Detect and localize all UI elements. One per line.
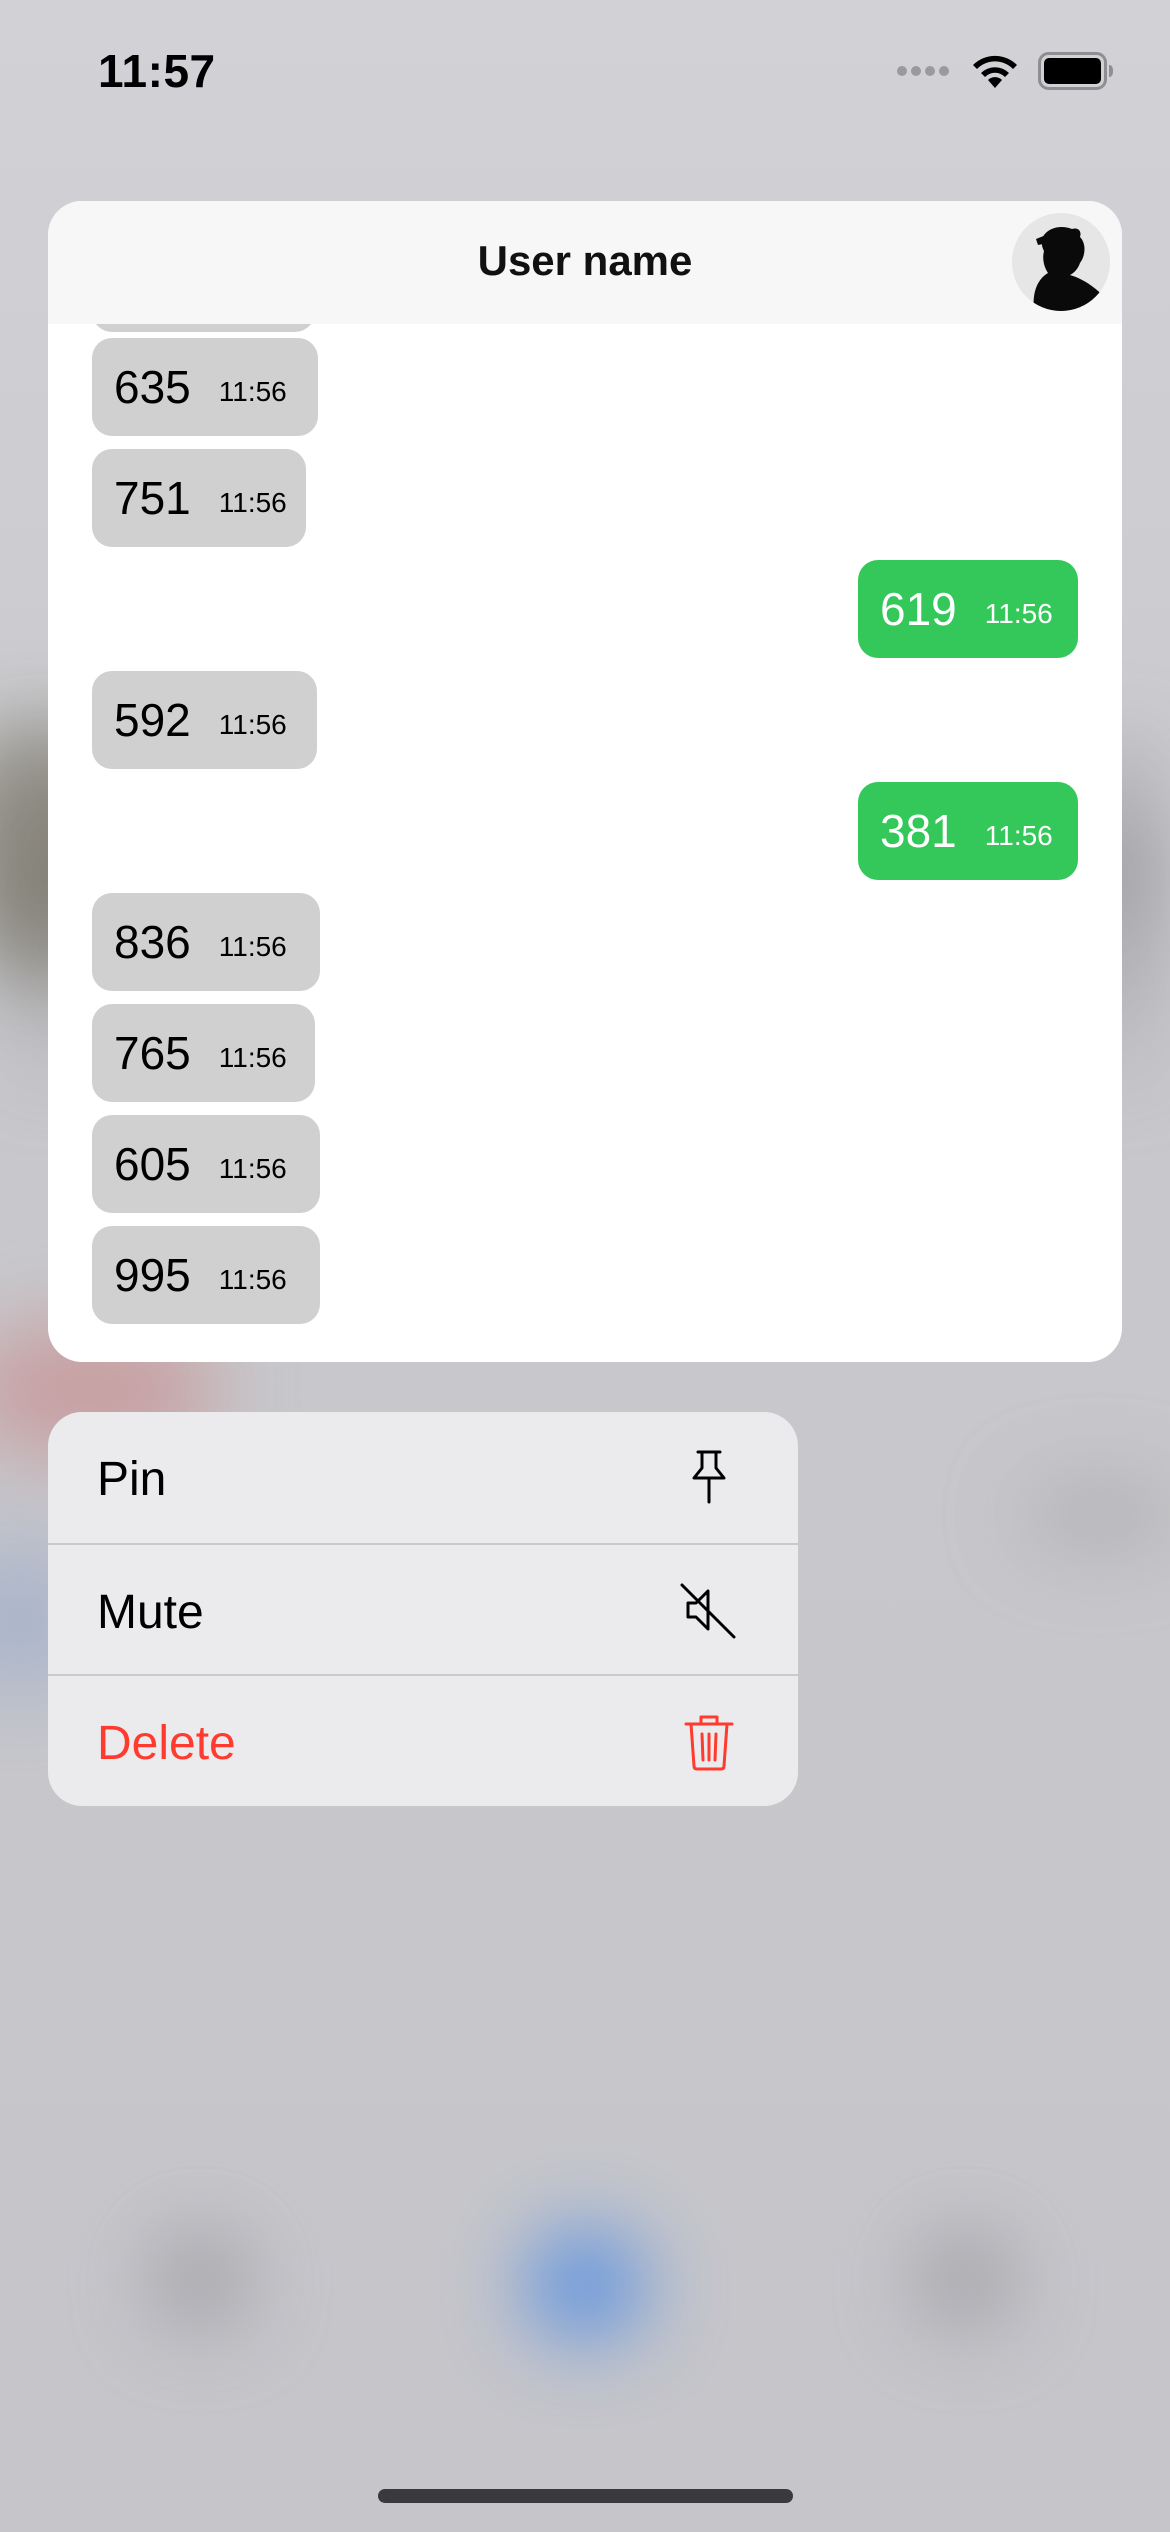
person-silhouette-icon (1012, 213, 1110, 311)
speaker-slash-icon (680, 1583, 736, 1639)
message-text: 995 (114, 1249, 191, 1301)
preview-title: User name (477, 237, 693, 284)
message-text: 605 (114, 1138, 191, 1190)
message-text: 592 (114, 694, 191, 746)
pin-icon (692, 1450, 726, 1504)
avatar (1012, 213, 1110, 311)
menu-item-label: Pin (97, 1453, 167, 1506)
message-bubble-incoming: 605 11:56 (92, 1115, 320, 1213)
menu-item-label: Delete (97, 1717, 236, 1770)
message-text: 836 (114, 916, 191, 968)
status-bar: 11:57 (0, 0, 1170, 150)
message-time: 11:56 (218, 376, 287, 407)
message-bubble-incoming: 995 11:56 (92, 1226, 320, 1324)
message-text: 381 (880, 805, 957, 857)
status-icons (896, 52, 1114, 90)
message-bubble-incoming: 592 11:56 (92, 671, 317, 769)
message-time: 11:56 (218, 1264, 287, 1295)
partial-message-bubble (92, 324, 315, 332)
menu-item-delete[interactable]: Delete (48, 1676, 798, 1806)
message-list: 635 11:56 751 11:56 619 11:56 592 11:56 … (48, 324, 1122, 1362)
message-bubble-outgoing: 381 11:56 (858, 782, 1078, 880)
message-time: 11:56 (218, 709, 287, 740)
preview-header: User name (48, 201, 1122, 324)
menu-item-mute[interactable]: Mute (48, 1545, 798, 1676)
message-bubble-incoming: 765 11:56 (92, 1004, 315, 1102)
home-indicator[interactable] (378, 2489, 793, 2503)
tab-bar-blob (525, 2230, 645, 2340)
trash-icon (684, 1715, 734, 1771)
message-text: 751 (114, 472, 191, 524)
wifi-icon (973, 55, 1017, 88)
message-text: 619 (880, 583, 957, 635)
menu-item-label: Mute (97, 1586, 204, 1639)
status-time: 11:57 (98, 45, 216, 97)
message-time: 11:56 (218, 931, 287, 962)
battery-icon (1038, 52, 1113, 90)
background-blob (1020, 1480, 1170, 1550)
cellular-signal-icon (897, 66, 949, 76)
message-text: 765 (114, 1027, 191, 1079)
message-bubble-incoming: 836 11:56 (92, 893, 320, 991)
context-menu: Pin Mute Delete (48, 1412, 798, 1806)
message-time: 11:56 (218, 1042, 287, 1073)
message-time: 11:56 (218, 1153, 287, 1184)
tab-bar-blob (150, 2230, 250, 2330)
message-bubble-outgoing: 619 11:56 (858, 560, 1078, 658)
menu-item-pin[interactable]: Pin (48, 1412, 798, 1543)
tab-bar-blob (915, 2230, 1015, 2330)
message-bubble-incoming: 635 11:56 (92, 338, 318, 436)
message-text: 635 (114, 361, 191, 413)
chat-preview-card[interactable]: User name 635 11:56 751 11:56 619 11:56 … (48, 201, 1122, 1362)
message-time: 11:56 (984, 820, 1053, 851)
message-bubble-incoming: 751 11:56 (92, 449, 306, 547)
message-time: 11:56 (984, 598, 1053, 629)
message-time: 11:56 (218, 487, 287, 518)
